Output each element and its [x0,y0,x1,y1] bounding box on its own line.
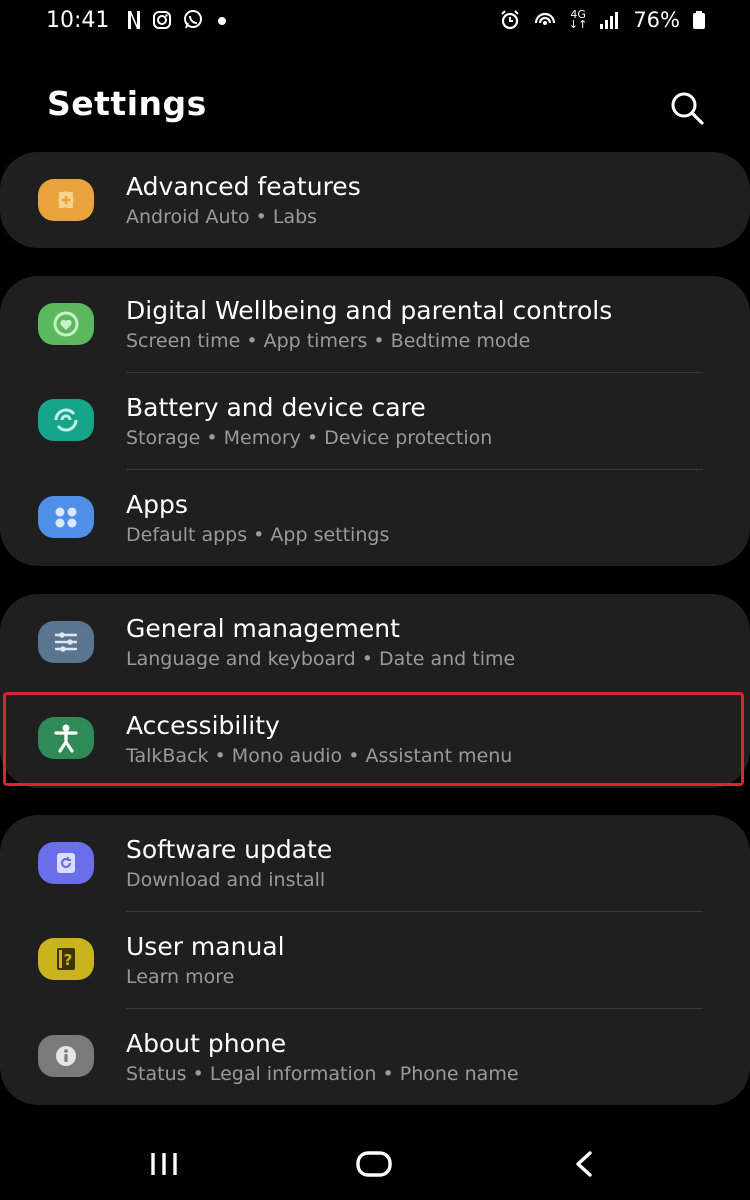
home-icon [356,1151,392,1177]
about-phone-item[interactable]: About phone Status • Legal information •… [0,1009,750,1105]
navigation-bar [0,1130,750,1200]
general-management-item[interactable]: General management Language and keyboard… [0,594,750,690]
home-button[interactable] [344,1144,404,1184]
selection-highlight [3,692,744,786]
user-manual-item[interactable]: ? User manual Learn more [0,912,750,1008]
item-title: User manual [126,932,285,961]
settings-group-1: Advanced features Android Auto • Labs [0,152,750,248]
netflix-icon [128,11,140,29]
software-update-icon [38,842,94,884]
network-type: 4G [570,8,586,21]
item-title: Software update [126,835,333,864]
digital-wellbeing-item[interactable]: Digital Wellbeing and parental controls … [0,276,750,372]
item-title: Advanced features [126,172,361,201]
about-phone-icon [38,1035,94,1077]
status-bar: 10:41 4G ↓↑ 76% [0,0,750,42]
search-icon [671,92,704,125]
item-subtitle: Language and keyboard • Date and time [126,648,516,670]
item-title: Battery and device care [126,393,426,422]
back-button[interactable] [554,1144,614,1184]
system-status-icons: 4G ↓↑ 76% [499,8,706,32]
software-update-item[interactable]: Software update Download and install [0,815,750,911]
battery-device-care-icon [38,399,94,441]
whatsapp-icon [184,10,202,29]
digital-wellbeing-icon [38,303,94,345]
item-subtitle: Download and install [126,869,326,891]
recents-button[interactable] [134,1144,194,1184]
item-subtitle: Status • Legal information • Phone name [126,1063,519,1085]
hotspot-icon [534,12,555,25]
battery-icon [693,11,705,29]
item-title: About phone [126,1029,287,1058]
settings-group-2: Digital Wellbeing and parental controls … [0,276,750,566]
item-subtitle: Screen time • App timers • Bedtime mode [126,330,531,352]
search-button[interactable] [666,88,708,130]
item-subtitle: Default apps • App settings [126,524,390,546]
alarm-icon [501,10,519,30]
user-manual-icon: ? [38,938,94,980]
general-management-icon [38,621,94,663]
network-type-icon: 4G ↓↑ [568,8,588,31]
item-subtitle: Learn more [126,966,235,988]
item-title: General management [126,614,400,643]
item-title: Digital Wellbeing and parental controls [126,296,613,325]
battery-percent: 76% [633,8,680,32]
item-title: Apps [126,490,188,519]
instagram-icon [153,11,171,29]
notification-icons [126,9,230,31]
item-subtitle: Android Auto • Labs [126,206,318,228]
status-time: 10:41 [46,8,110,33]
dot-icon [218,17,226,25]
apps-item[interactable]: Apps Default apps • App settings [0,470,750,566]
settings-group-4: Software update Download and install ? U… [0,815,750,1105]
svg-text:?: ? [64,951,73,969]
back-icon [576,1151,592,1177]
battery-device-care-item[interactable]: Battery and device care Storage • Memory… [0,373,750,469]
signal-icon [600,12,619,29]
advanced-features-icon [38,179,94,221]
apps-icon [38,496,94,538]
item-subtitle: Storage • Memory • Device protection [126,427,493,449]
advanced-features-item[interactable]: Advanced features Android Auto • Labs [0,152,750,248]
recents-icon [151,1153,177,1175]
page-title: Settings [47,84,207,123]
